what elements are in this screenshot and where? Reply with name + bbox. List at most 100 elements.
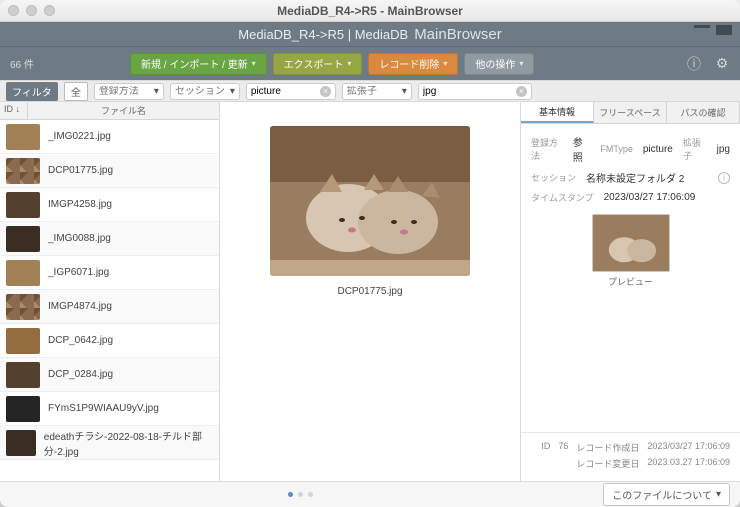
preview-image[interactable] (270, 126, 470, 276)
thumbnail-icon (6, 260, 40, 286)
filter-ext-value[interactable]: × (418, 83, 532, 100)
file-name: FYmS1P9WIAAU9yV.jpg (48, 403, 159, 414)
about-file-button[interactable]: このファイルについて▾ (603, 483, 730, 506)
chevron-down-icon: ▾ (230, 86, 235, 97)
record-count: 66 件 (10, 56, 100, 71)
table-row[interactable]: FYmS1P9WIAAU9yV.jpg (0, 392, 219, 426)
thumbnail-icon (6, 294, 40, 320)
value-id: 76 (558, 441, 568, 454)
list-header: ID ↓ ファイル名 (0, 102, 219, 120)
table-row[interactable]: _IMG0221.jpg (0, 120, 219, 154)
export-button[interactable]: エクスポート▾ (273, 53, 363, 75)
thumbnail-icon (6, 328, 40, 354)
main-area: ID ↓ ファイル名 _IMG0221.jpg DCP01775.jpg IMGP4… (0, 102, 740, 481)
chevron-down-icon: ▾ (519, 59, 523, 68)
label-reg-method: 登録方法 (531, 136, 563, 162)
value-ref: 参照 (573, 134, 591, 164)
footer: このファイルについて▾ (0, 481, 740, 507)
label-timestamp: タイムスタンプ (531, 191, 594, 204)
chevron-down-icon: ▾ (443, 59, 447, 68)
label-id: ID (541, 441, 550, 454)
file-name: _IMG0088.jpg (48, 233, 111, 244)
thumbnail-icon (6, 158, 40, 184)
table-row[interactable]: DCP_0642.jpg (0, 324, 219, 358)
inner-max-icon[interactable] (716, 25, 732, 35)
col-id[interactable]: ID ↓ (0, 102, 28, 119)
file-name: IMGP4258.jpg (48, 199, 112, 210)
filter-type[interactable]: × (246, 83, 336, 100)
tab-free-space[interactable]: フリースペース (594, 102, 667, 123)
sub-header: MediaDB_R4->R5 | MediaDB MainBrowser (0, 22, 740, 46)
preview-panel: DCP01775.jpg (220, 102, 520, 481)
window-title: MediaDB_R4->R5 - MainBrowser (0, 4, 740, 18)
tab-basic-info[interactable]: 基本情報 (521, 102, 594, 123)
value-created: 2023/03/27 17:06:09 (647, 441, 730, 454)
tab-check-path[interactable]: パスの確認 (667, 102, 740, 123)
gear-icon[interactable]: ⚙ (714, 56, 730, 72)
file-name: edeathチラシ-2022-08-18-チルド部分-2.jpg (44, 428, 213, 458)
page-dots[interactable] (288, 492, 313, 497)
app-window: MediaDB_R4->R5 - MainBrowser MediaDB_R4-… (0, 0, 740, 507)
clear-icon[interactable]: × (320, 86, 331, 97)
thumbnail-icon (6, 124, 40, 150)
subheader-appname: MainBrowser (414, 26, 502, 43)
value-modified: 2023.03.27 17:06:09 (647, 457, 730, 470)
table-row[interactable]: IMGP4258.jpg (0, 188, 219, 222)
table-row[interactable]: edeathチラシ-2022-08-18-チルド部分-2.jpg (0, 426, 219, 460)
col-filename[interactable]: ファイル名 (28, 102, 219, 119)
info-icon[interactable]: ⓘ (686, 56, 702, 72)
thumbnail-icon (6, 192, 40, 218)
file-list[interactable]: _IMG0221.jpg DCP01775.jpg IMGP4258.jpg _IMG… (0, 120, 219, 481)
label-ext: 拡張子 (683, 136, 707, 162)
thumbnail-icon (6, 430, 36, 456)
filter-all-chip[interactable]: 全 (64, 82, 88, 101)
label-created: レコード作成日 (576, 441, 639, 454)
preview-filename: DCP01775.jpg (337, 286, 402, 297)
table-row[interactable]: DCP_0284.jpg (0, 358, 219, 392)
thumbnail-icon (6, 362, 40, 388)
chevron-down-icon: ▾ (252, 59, 256, 68)
inner-min-icon[interactable] (694, 25, 710, 28)
cat-thumb-svg (593, 215, 669, 271)
subheader-prefix: MediaDB_R4->R5 | MediaDB (238, 27, 408, 42)
inspector-panel: 基本情報 フリースペース パスの確認 登録方法 参照 FMType pictur… (520, 102, 740, 481)
file-name: DCP01775.jpg (48, 165, 113, 176)
value-session: 名称未設定フォルダ 2 (586, 170, 684, 185)
label-session: セッション (531, 171, 576, 184)
cat-image-svg (270, 126, 470, 276)
filter-ext-label[interactable]: ▾ (342, 83, 412, 100)
table-row[interactable]: IMGP4874.jpg (0, 290, 219, 324)
other-actions-button[interactable]: 他の操作▾ (464, 53, 534, 75)
delete-record-button[interactable]: レコード削除▾ (368, 53, 458, 75)
file-name: IMGP4874.jpg (48, 301, 112, 312)
clear-icon[interactable]: × (516, 86, 527, 97)
value-timestamp: 2023/03/27 17:06:09 (604, 192, 696, 203)
filter-row: フィルタ 全 ▾ ▾ × ▾ × (0, 80, 740, 102)
preview-thumb[interactable]: プレビュー (592, 214, 670, 288)
filter-session[interactable]: ▾ (170, 83, 240, 100)
file-list-panel: ID ↓ ファイル名 _IMG0221.jpg DCP01775.jpg IMGP4… (0, 102, 220, 481)
label-modified: レコード変更日 (576, 457, 639, 470)
info-block: 登録方法 参照 FMType picture 拡張子 jpg セッション 名称未… (521, 124, 740, 302)
table-row[interactable]: _IMG0088.jpg (0, 222, 219, 256)
info-icon[interactable]: i (718, 172, 730, 184)
inspector-tabs: 基本情報 フリースペース パスの確認 (521, 102, 740, 124)
file-name: DCP_0284.jpg (48, 369, 113, 380)
table-row[interactable]: _IGP6071.jpg (0, 256, 219, 290)
chevron-down-icon: ▾ (154, 86, 159, 97)
thumbnail-icon (6, 226, 40, 252)
value-fmtype: picture (643, 144, 673, 155)
thumbnail-icon (6, 396, 40, 422)
chevron-down-icon: ▾ (402, 86, 407, 97)
new-import-update-button[interactable]: 新規 / インポート / 更新▾ (130, 53, 267, 75)
preview-thumb-label: プレビュー (592, 275, 670, 288)
table-row[interactable]: DCP01775.jpg (0, 154, 219, 188)
record-meta: ID 76 レコード作成日 2023/03/27 17:06:09 レコード変更日 2… (521, 432, 740, 481)
toolbar: 66 件 新規 / インポート / 更新▾ エクスポート▾ レコード削除▾ 他の… (0, 46, 740, 80)
label-fmtype: FMType (600, 144, 633, 154)
chevron-down-icon: ▾ (716, 489, 721, 500)
file-name: DCP_0642.jpg (48, 335, 113, 346)
filter-reg-method[interactable]: ▾ (94, 83, 164, 100)
title-bar: MediaDB_R4->R5 - MainBrowser (0, 0, 740, 22)
value-ext: jpg (717, 144, 730, 155)
